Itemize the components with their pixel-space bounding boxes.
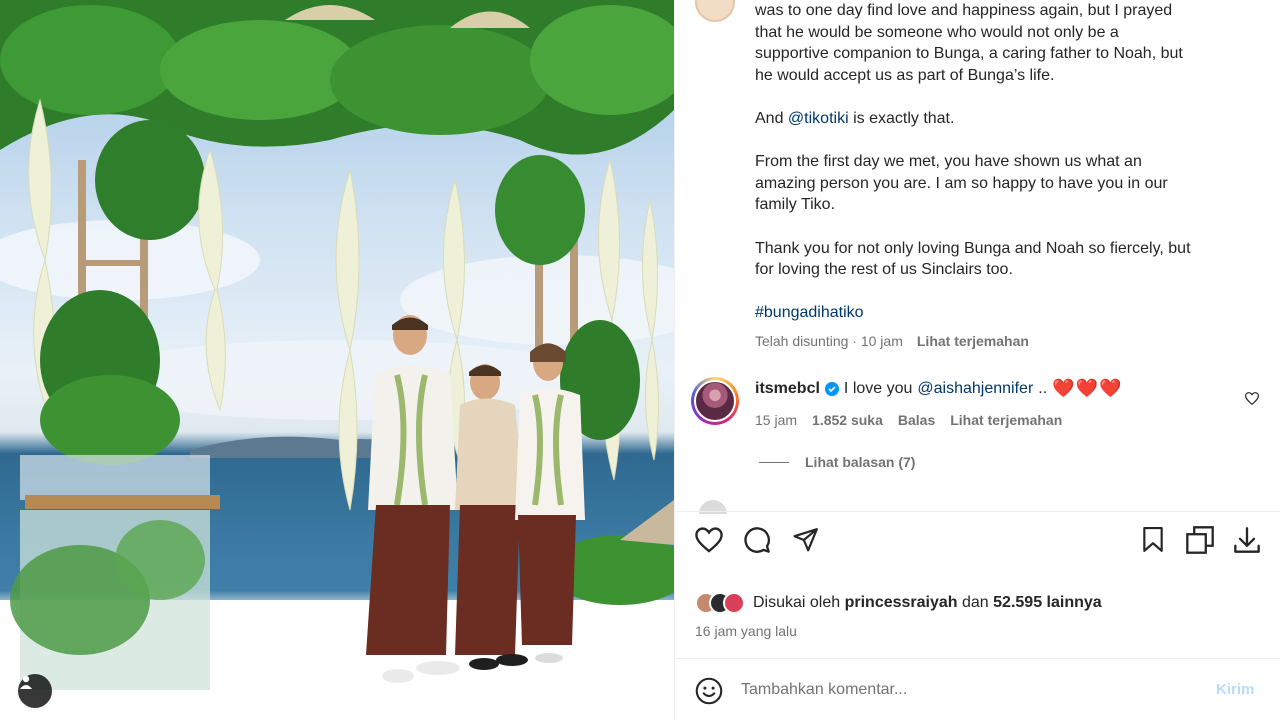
likes-others-link[interactable]: 52.595 lainnya — [993, 594, 1102, 611]
like-button[interactable] — [694, 526, 724, 558]
collection-button[interactable] — [1185, 525, 1215, 560]
comment-button[interactable] — [742, 526, 772, 559]
view-replies-button[interactable]: Lihat balasan (7) — [759, 454, 915, 470]
send-comment-button[interactable]: Kirim — [1216, 681, 1254, 698]
caption-line: amazing person you are. I am so happy to… — [755, 174, 1168, 192]
post-photo[interactable] — [0, 0, 674, 720]
caption-paragraph-1: was to one day find love and happiness a… — [755, 0, 1255, 86]
divider — [675, 511, 1280, 512]
share-button[interactable] — [791, 527, 821, 557]
commenter-username[interactable]: itsmebcl — [755, 380, 820, 398]
comment-icon — [743, 526, 771, 559]
caption-line: that he would be someone who would not o… — [755, 23, 1119, 41]
liker-avatar[interactable] — [723, 592, 745, 614]
caption-paragraph-5: #bungadihatiko — [755, 302, 1255, 324]
comment-text: .. — [1038, 379, 1048, 397]
bookmark-icon — [1142, 526, 1164, 558]
emoji-icon — [695, 677, 723, 709]
caption-hashtag-link[interactable]: #bungadihatiko — [755, 304, 864, 321]
download-icon — [1233, 526, 1261, 559]
comment-input[interactable] — [741, 675, 1201, 705]
liker-username[interactable]: princessraiyah — [845, 594, 958, 611]
caption-mention-link[interactable]: @tikotiki — [788, 110, 849, 127]
heart-icon — [695, 526, 723, 558]
download-button[interactable] — [1232, 526, 1262, 559]
comment-like-button[interactable] — [1244, 392, 1260, 410]
post-caption: was to one day find love and happiness a… — [755, 0, 1255, 346]
heart-icon — [1244, 392, 1260, 409]
caption-paragraph-4: Thank you for not only loving Bunga and … — [755, 238, 1255, 281]
caption-line: he would accept us as part of Bunga’s li… — [755, 66, 1055, 84]
caption-line: was to one day find love and happiness a… — [755, 2, 1173, 19]
comment-text: I love you — [843, 379, 913, 397]
caption-line: Thank you for not only loving Bunga and … — [755, 239, 1191, 257]
add-comment-bar: Kirim — [675, 658, 1280, 720]
caption-line: supportive companion to Bunga, a caring … — [755, 45, 1183, 63]
wedding-photo-illustration — [0, 0, 674, 720]
view-replies-label: Lihat balasan (7) — [805, 454, 916, 470]
comment-likes-count[interactable]: 1.852 suka — [812, 412, 883, 428]
hearts-emoji: ❤️❤️❤️ — [1052, 378, 1123, 398]
post-timestamp[interactable]: 16 jam yang lalu — [695, 623, 797, 639]
likes-summary: Disukai oleh princessraiyah dan 52.595 l… — [695, 592, 1102, 614]
divider-dash — [759, 461, 789, 463]
caption-text: And — [755, 109, 788, 127]
comment-meta: 15 jam 1.852 suka Balas Lihat terjemahan — [755, 412, 1062, 428]
caption-paragraph-3: From the first day we met, you have show… — [755, 151, 1255, 216]
commenter-avatar[interactable] — [691, 377, 739, 425]
user-tag-button[interactable] — [18, 674, 52, 708]
save-button[interactable] — [1138, 526, 1168, 558]
comment: itsmebcl I love you @aishahjennifer .. ❤… — [755, 378, 1122, 399]
edited-label: Telah disunting · 10 jam — [755, 333, 903, 349]
caption-text: is exactly that. — [848, 109, 955, 127]
likes-middle: dan — [957, 594, 994, 611]
likes-text: Disukai oleh princessraiyah dan 52.595 l… — [753, 594, 1102, 612]
comment-mention-link[interactable]: @aishahjennifer — [917, 380, 1033, 398]
copy-icon — [1185, 525, 1215, 560]
caption-paragraph-2: And @tikotiki is exactly that. — [755, 108, 1255, 130]
caption-line: From the first day we met, you have show… — [755, 153, 1142, 171]
comment-reply-button[interactable]: Balas — [898, 412, 935, 428]
comment-time: 15 jam — [755, 412, 798, 428]
caption-line: family Tiko. — [755, 196, 836, 214]
likes-prefix: Disukai oleh — [753, 594, 845, 611]
caption-author-avatar[interactable] — [695, 0, 735, 22]
caption-line: for loving the rest of us Sinclairs too. — [755, 261, 1013, 279]
post-detail-panel: was to one day find love and happiness a… — [674, 0, 1280, 720]
emoji-button[interactable] — [695, 677, 723, 710]
comment-translate-link[interactable]: Lihat terjemahan — [950, 412, 1062, 428]
send-icon — [793, 527, 819, 557]
see-translation-link[interactable]: Lihat terjemahan — [917, 333, 1029, 349]
caption-meta: Telah disunting · 10 jam Lihat terjemaha… — [755, 333, 1029, 349]
verified-badge-icon — [824, 381, 839, 396]
